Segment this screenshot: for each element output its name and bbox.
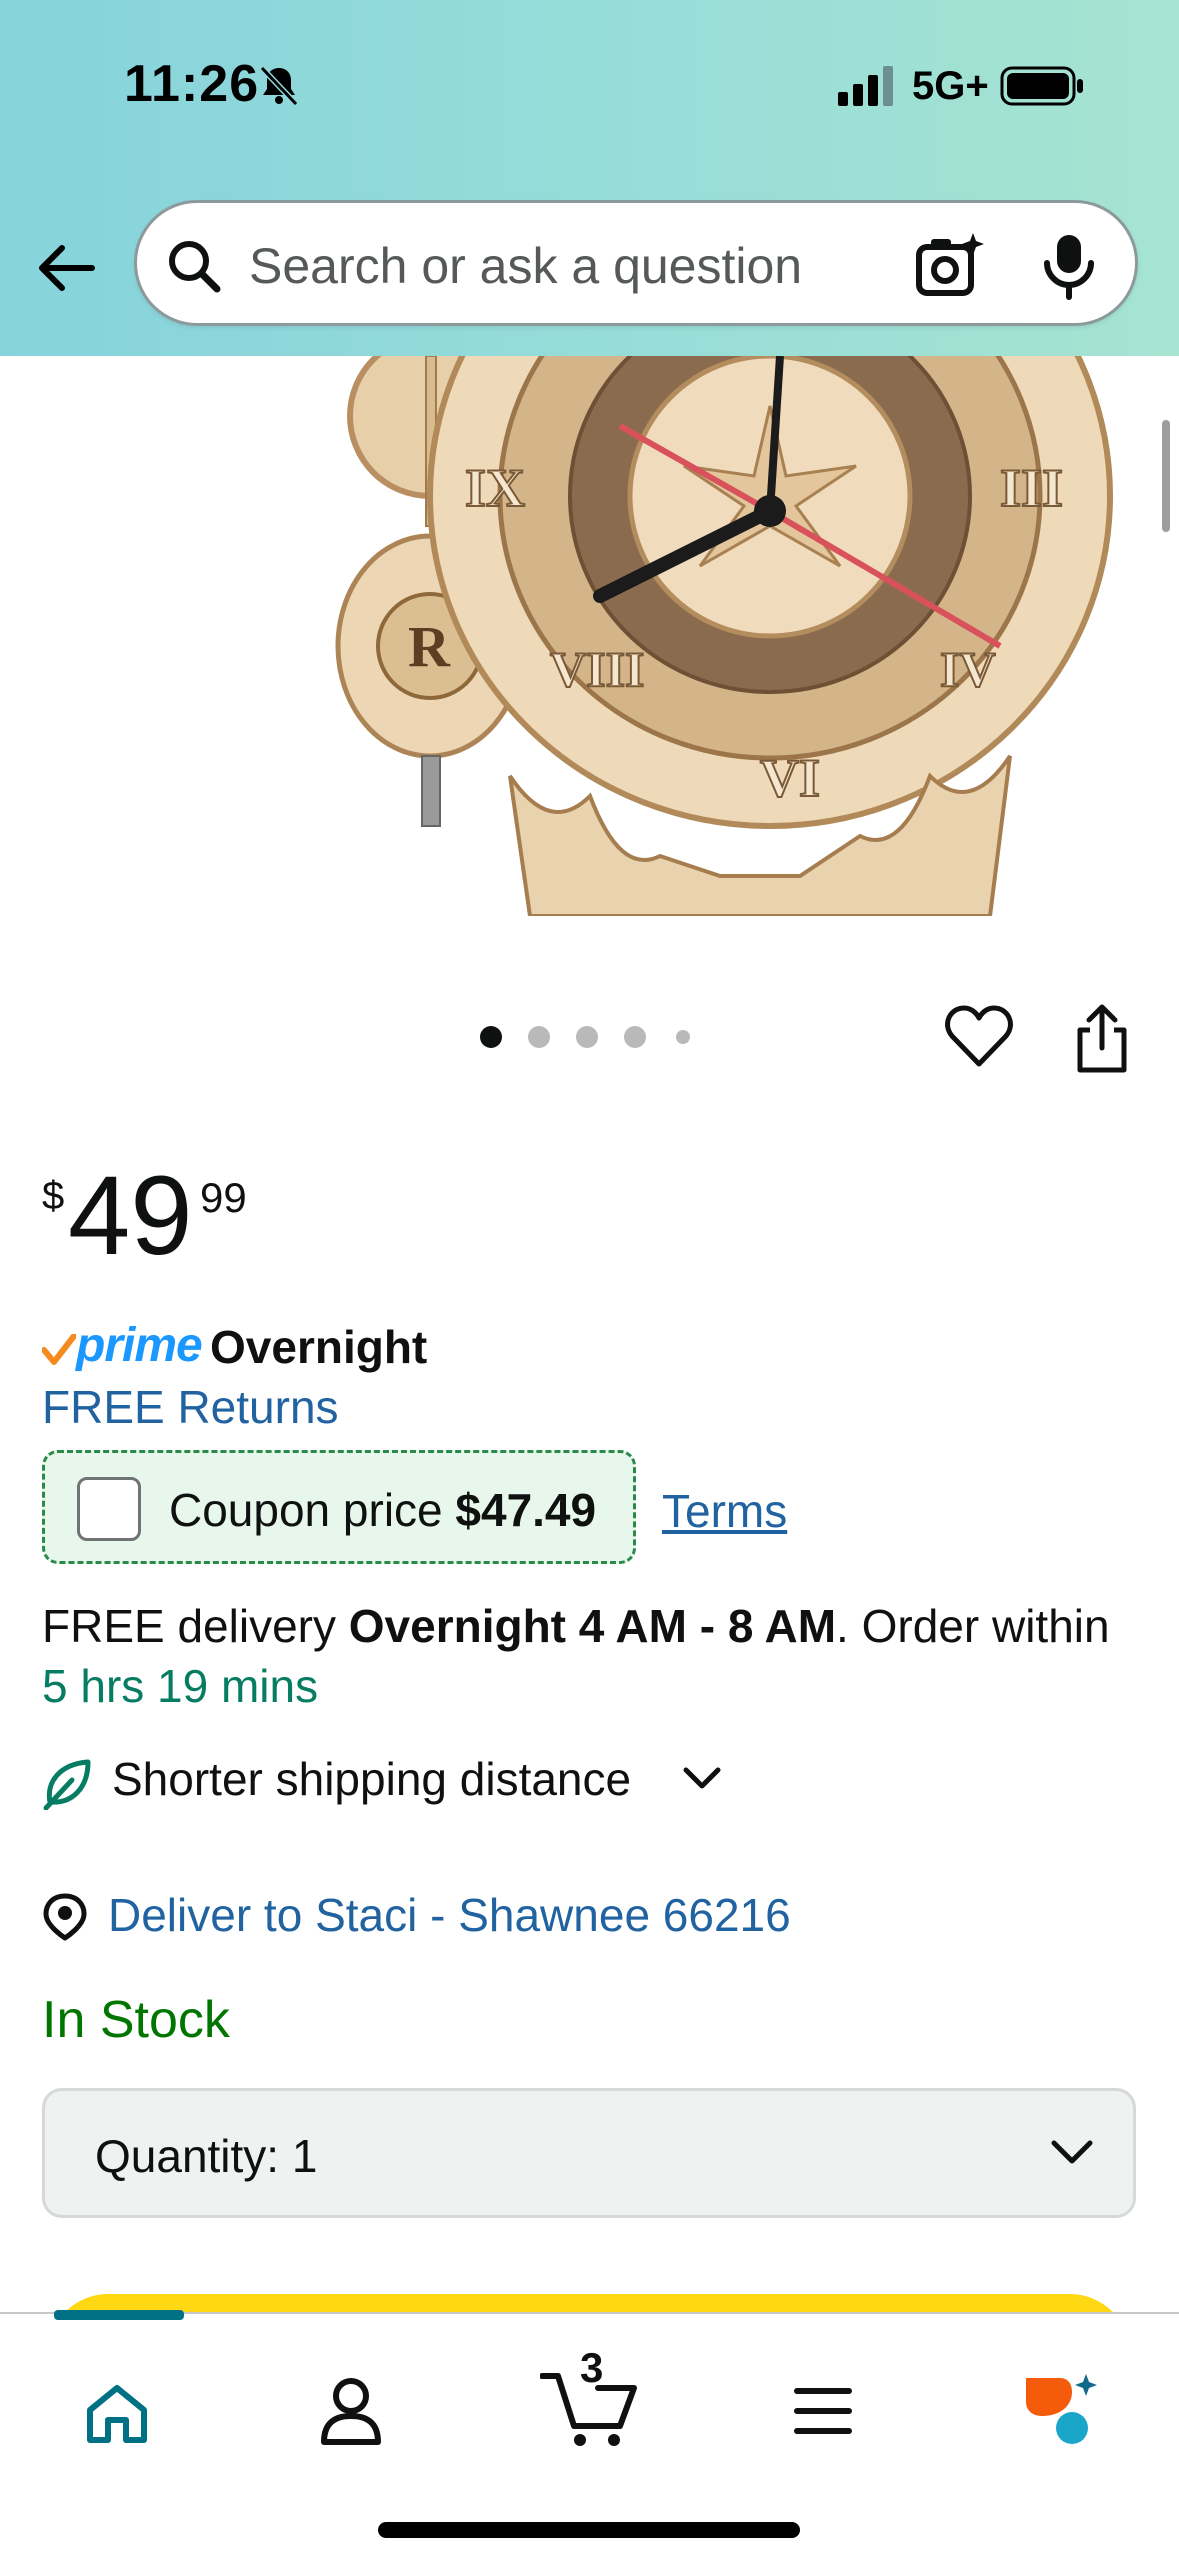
prime-logo-text: prime [76, 1319, 203, 1372]
rufus-assistant-icon[interactable] [1020, 2372, 1098, 2448]
search-bar[interactable]: Search or ask a question [134, 200, 1138, 326]
svg-text:VI: VI [760, 748, 820, 808]
delivery-middle: . Order within [836, 1600, 1110, 1652]
chevron-down-icon [683, 1767, 721, 1789]
prime-check-icon [42, 1334, 76, 1365]
active-tab-indicator [54, 2310, 184, 2320]
status-time: 11:26 [124, 55, 260, 113]
carousel-dot[interactable] [528, 1026, 550, 1048]
delivery-window: Overnight 4 AM - 8 AM [348, 1600, 837, 1652]
coupon-terms-link[interactable]: Terms [662, 1484, 787, 1538]
price-currency: $ [42, 1174, 65, 1218]
battery-icon [1000, 66, 1083, 106]
bottom-navigation: 3 [0, 2310, 1179, 2556]
chevron-down-icon [1051, 2140, 1093, 2164]
app-header: 11:26 5G+ Search or ask a question [0, 0, 1179, 356]
cart-count-badge: 3 [580, 2344, 604, 2391]
product-image-clock[interactable]: R IX III VIII VI IV [300, 356, 1120, 916]
microphone-icon[interactable] [1041, 231, 1097, 301]
shorter-shipping-label: Shorter shipping distance [112, 1753, 632, 1805]
cellular-signal-icon [838, 66, 893, 106]
coupon-price: $47.49 [455, 1484, 597, 1536]
svg-text:VIII: VIII [550, 641, 644, 697]
stock-status: In Stock [42, 1991, 230, 2049]
prime-delivery-speed: Overnight [210, 1321, 428, 1373]
share-icon[interactable] [1074, 1002, 1130, 1074]
carousel-dot[interactable] [576, 1026, 598, 1048]
free-returns-link[interactable]: FREE Returns [42, 1380, 339, 1434]
quantity-label-text: Quantity: [95, 2130, 280, 2182]
scrollbar[interactable] [1162, 420, 1170, 532]
search-icon [169, 241, 221, 293]
coupon-box[interactable]: Coupon price $47.49 [42, 1450, 636, 1564]
network-type: 5G+ [912, 64, 989, 108]
delivery-prefix: FREE delivery [42, 1600, 349, 1652]
price-fraction: 99 [200, 1174, 247, 1221]
carousel-dot[interactable] [480, 1026, 502, 1048]
quantity-value: 1 [291, 2130, 318, 2182]
svg-text:IX: IX [465, 458, 525, 518]
bell-off-icon [259, 65, 299, 107]
carousel-dot[interactable] [676, 1030, 690, 1044]
carousel-dot[interactable] [624, 1026, 646, 1048]
leaf-icon [43, 1759, 91, 1810]
account-icon[interactable] [318, 2376, 384, 2446]
menu-icon[interactable] [792, 2384, 854, 2438]
back-arrow-icon[interactable] [34, 236, 98, 300]
svg-text:R: R [408, 614, 451, 679]
heart-icon[interactable] [944, 1004, 1014, 1070]
home-icon[interactable] [84, 2382, 150, 2444]
coupon-checkbox[interactable] [77, 1477, 141, 1541]
location-pin-icon [43, 1893, 87, 1941]
home-indicator[interactable] [378, 2522, 800, 2538]
search-input[interactable]: Search or ask a question [249, 237, 802, 295]
delivery-message: FREE delivery Overnight 4 AM - 8 AM. Ord… [42, 1596, 1142, 1716]
camera-search-icon[interactable] [913, 229, 987, 303]
quantity-select[interactable]: Quantity: 1 [42, 2088, 1136, 2218]
price-whole: 49 [68, 1153, 193, 1278]
deliver-to-label[interactable]: Deliver to Staci - Shawnee 66216 [108, 1888, 791, 1942]
quantity-label: Quantity: 1 [95, 2129, 317, 2183]
delivery-countdown: 5 hrs 19 mins [42, 1660, 319, 1712]
svg-text:III: III [1000, 458, 1063, 518]
coupon-label: Coupon price $47.49 [169, 1483, 596, 1537]
coupon-label-text: Coupon price [169, 1484, 443, 1536]
svg-text:IV: IV [940, 641, 996, 697]
